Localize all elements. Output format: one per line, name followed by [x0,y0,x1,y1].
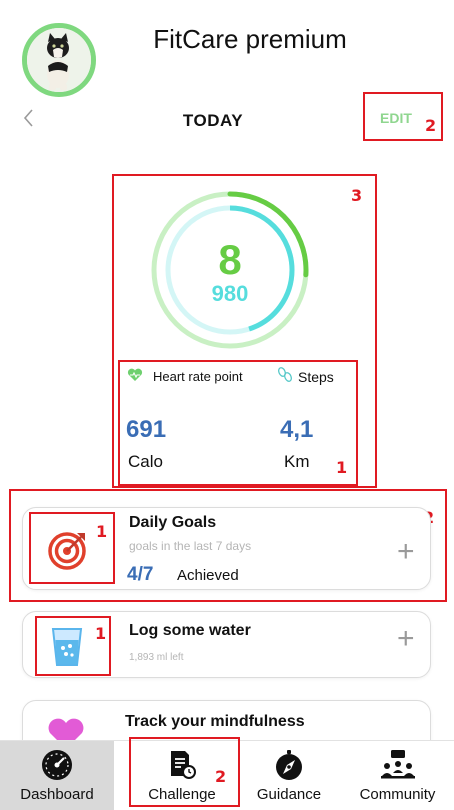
steps-label: Steps [298,369,334,385]
people-icon [380,750,415,779]
annotation-marker: 3 [351,186,363,205]
distance-value: 4,1 [280,416,314,443]
heart-rate-label: Heart rate point [153,369,243,384]
water-subtitle: 1,893 ml left [129,652,184,663]
day-label: TODAY [182,111,244,130]
nav-guidance[interactable]: Guidance [237,741,341,810]
speedometer-icon [42,750,72,780]
nav-community[interactable]: Community [341,741,454,810]
add-water-button[interactable]: + [397,624,415,654]
goals-count: 4/7 [127,564,154,585]
mindfulness-title: Track your mindfulness [125,713,305,730]
annotation-marker: 1 [95,624,107,643]
calories-value: 691 [126,416,167,443]
daily-goals-title: Daily Goals [129,514,217,531]
cat-avatar-image [27,28,91,92]
footsteps-icon [276,367,294,388]
daily-goals-card[interactable]: 1 Daily Goals goals in the last 7 days 4… [22,507,431,590]
calories-unit: Calo [128,452,163,471]
distance-unit: Km [284,452,310,471]
ring-secondary-value: 980 [211,281,249,306]
daily-goals-subtitle: goals in the last 7 days [129,539,252,553]
compass-icon [276,750,302,780]
annotation-marker: 2 [215,767,227,786]
annotation-marker: 1 [96,522,108,541]
water-title: Log some water [129,622,251,639]
annotation-marker: 1 [336,458,348,477]
add-goal-button[interactable]: + [397,537,415,567]
water-card[interactable]: 1 Log some water 1,893 ml left + [22,611,431,678]
target-icon [48,530,88,575]
annotation-marker: 2 [425,116,437,135]
user-avatar[interactable] [22,23,96,97]
back-chevron-icon[interactable] [20,106,40,130]
app-title: FitCare premium [153,24,347,54]
nav-community-label: Community [359,786,436,803]
nav-dashboard[interactable]: Dashboard [0,741,114,810]
ring-primary-value: 8 [218,236,242,283]
nav-guidance-label: Guidance [256,786,322,803]
goals-status: Achieved [177,567,239,584]
heart-icon [127,368,143,387]
water-glass-icon [51,626,83,673]
nav-dashboard-label: Dashboard [20,786,94,803]
